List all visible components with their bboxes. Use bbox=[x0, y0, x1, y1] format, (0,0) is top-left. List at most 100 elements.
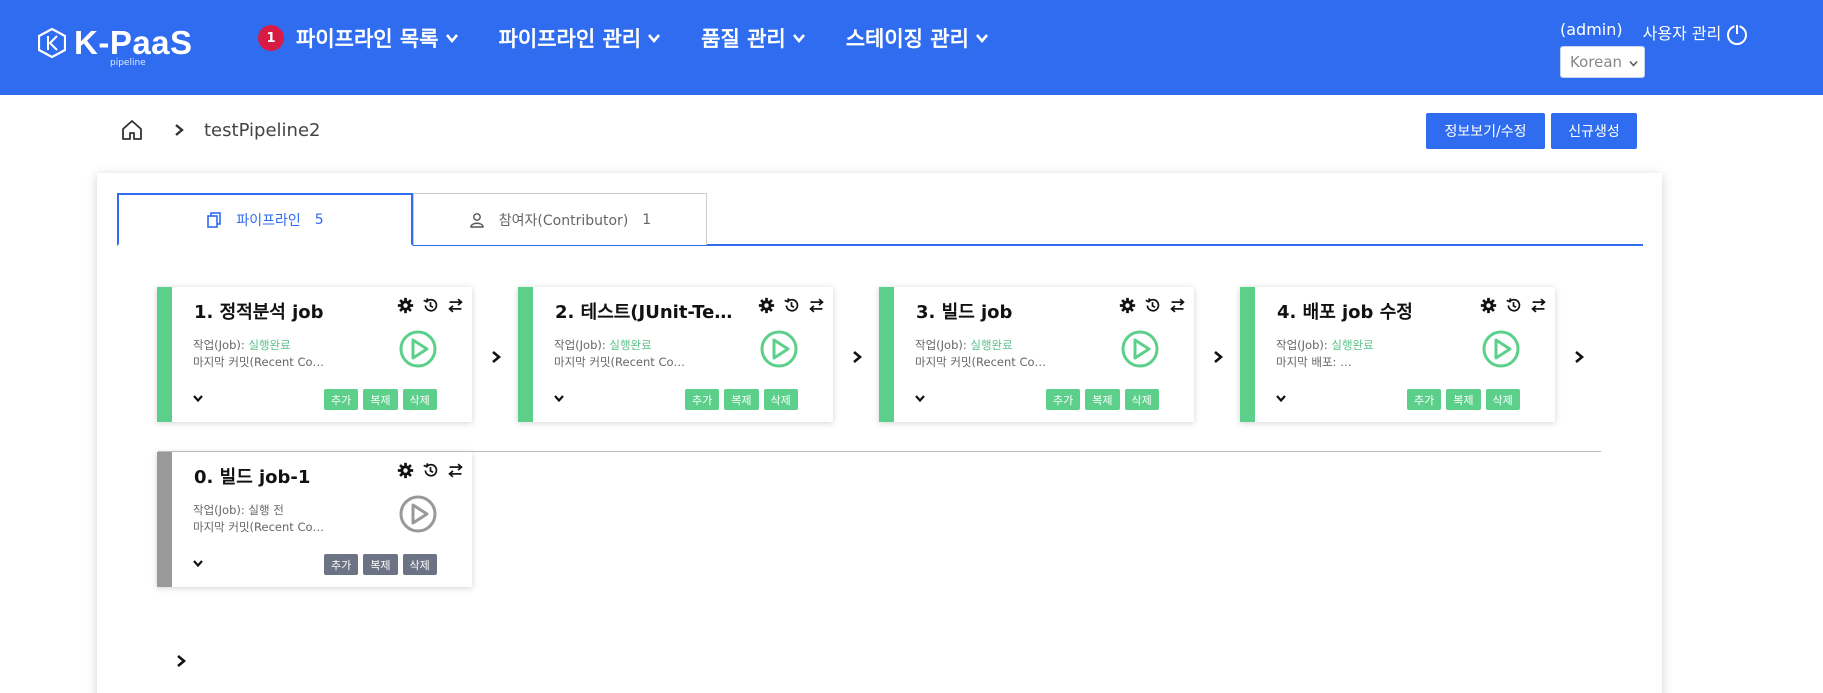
user-name: (admin) bbox=[1560, 20, 1623, 39]
job-label: 작업(Job): bbox=[554, 338, 610, 352]
job-title: 1. 정적분석 job bbox=[194, 302, 324, 323]
job-delete-button[interactable]: 삭제 bbox=[402, 554, 437, 575]
user-manage-link[interactable]: 사용자 관리 bbox=[1643, 20, 1722, 44]
job-title: 2. 테스트(JUnit-Te… bbox=[555, 302, 733, 323]
language-select[interactable]: Korean bbox=[1560, 46, 1645, 78]
breadcrumb: testPipeline2 bbox=[120, 118, 320, 142]
chevron-down-icon[interactable] bbox=[553, 392, 565, 404]
job-meta: 작업(Job): 실행완료 마지막 커밋(Recent Co… bbox=[915, 337, 1046, 371]
job-copy-button[interactable]: 복제 bbox=[363, 554, 398, 575]
job-actions: 추가 복제 삭제 bbox=[685, 389, 803, 410]
job-title: 3. 빌드 job bbox=[916, 302, 1013, 323]
gear-icon[interactable] bbox=[397, 462, 414, 479]
job-card[interactable]: 1. 정적분석 job 작업(Job): 실행완료 마지막 커밋(Recent … bbox=[157, 287, 472, 422]
play-icon[interactable] bbox=[1481, 329, 1521, 369]
nav-staging-manage[interactable]: 스테이징 관리 bbox=[846, 22, 989, 54]
chevron-right-icon bbox=[1575, 351, 1585, 363]
job-meta: 작업(Job): 실행완료 마지막 커밋(Recent Co… bbox=[554, 337, 685, 371]
job-commit: 마지막 커밋(Recent Co… bbox=[193, 520, 325, 534]
job-actions: 추가 복제 삭제 bbox=[1407, 389, 1525, 410]
history-icon[interactable] bbox=[422, 462, 439, 479]
power-icon[interactable] bbox=[1725, 22, 1749, 46]
history-icon[interactable] bbox=[422, 297, 439, 314]
job-meta: 작업(Job): 실행완료 마지막 배포: … bbox=[1276, 337, 1374, 371]
job-card[interactable]: 0. 빌드 job-1 작업(Job): 실행 전 마지막 커밋(Recent … bbox=[157, 452, 472, 587]
job-title: 0. 빌드 job-1 bbox=[194, 467, 311, 488]
job-tools bbox=[1480, 297, 1555, 314]
play-icon[interactable] bbox=[1120, 329, 1160, 369]
chevron-right-icon[interactable] bbox=[174, 654, 188, 668]
job-commit: 마지막 배포: … bbox=[1276, 355, 1352, 369]
job-status-line: 작업(Job): 실행 전 bbox=[193, 502, 324, 519]
play-icon[interactable] bbox=[398, 329, 438, 369]
job-add-button[interactable]: 추가 bbox=[324, 554, 359, 575]
home-icon[interactable] bbox=[120, 118, 144, 142]
chevron-down-icon bbox=[648, 34, 661, 44]
page-title: testPipeline2 bbox=[204, 119, 321, 141]
swap-icon[interactable] bbox=[447, 297, 464, 314]
job-copy-button[interactable]: 복제 bbox=[1085, 389, 1120, 410]
gear-icon[interactable] bbox=[758, 297, 775, 314]
pipeline-panel bbox=[97, 173, 1662, 693]
play-icon[interactable] bbox=[398, 494, 438, 534]
job-status-line: 작업(Job): 실행완료 bbox=[915, 337, 1046, 354]
job-card[interactable]: 2. 테스트(JUnit-Te… 작업(Job): 실행완료 마지막 커밋(Re… bbox=[518, 287, 833, 422]
nav-pipeline-list[interactable]: 1 파이프라인 목록 bbox=[258, 22, 459, 54]
history-icon[interactable] bbox=[1144, 297, 1161, 314]
job-delete-button[interactable]: 삭제 bbox=[763, 389, 798, 410]
job-copy-button[interactable]: 복제 bbox=[1446, 389, 1481, 410]
job-meta: 작업(Job): 실행완료 마지막 커밋(Recent Co… bbox=[193, 337, 324, 371]
chevron-down-icon[interactable] bbox=[192, 557, 204, 569]
job-card[interactable]: 3. 빌드 job 작업(Job): 실행완료 마지막 커밋(Recent Co… bbox=[879, 287, 1194, 422]
chevron-down-icon[interactable] bbox=[192, 392, 204, 404]
job-status-bar bbox=[518, 287, 533, 422]
job-status-line: 작업(Job): 실행완료 bbox=[554, 337, 685, 354]
job-copy-button[interactable]: 복제 bbox=[724, 389, 759, 410]
job-add-button[interactable]: 추가 bbox=[685, 389, 720, 410]
job-status-line: 작업(Job): 실행완료 bbox=[193, 337, 324, 354]
tab-contributor[interactable]: 참여자(Contributor) 1 bbox=[413, 193, 707, 245]
swap-icon[interactable] bbox=[808, 297, 825, 314]
job-copy-button[interactable]: 복제 bbox=[363, 389, 398, 410]
nav-pipeline-manage[interactable]: 파이프라인 관리 bbox=[499, 22, 662, 54]
chevron-right-icon bbox=[853, 351, 863, 363]
stage-divider bbox=[158, 451, 1601, 452]
gear-icon[interactable] bbox=[1480, 297, 1497, 314]
tab-label: 파이프라인 bbox=[236, 212, 301, 229]
history-icon[interactable] bbox=[1505, 297, 1522, 314]
language-value: Korean bbox=[1570, 53, 1623, 71]
history-icon[interactable] bbox=[783, 297, 800, 314]
chevron-down-icon[interactable] bbox=[1275, 392, 1287, 404]
job-delete-button[interactable]: 삭제 bbox=[1485, 389, 1520, 410]
swap-icon[interactable] bbox=[447, 462, 464, 479]
job-delete-button[interactable]: 삭제 bbox=[402, 389, 437, 410]
job-status: 실행 전 bbox=[248, 503, 284, 517]
notification-badge: 1 bbox=[258, 25, 284, 51]
job-card[interactable]: 4. 배포 job 수정 작업(Job): 실행완료 마지막 배포: … 추가 … bbox=[1240, 287, 1555, 422]
job-actions: 추가 복제 삭제 bbox=[324, 389, 442, 410]
gear-icon[interactable] bbox=[1119, 297, 1136, 314]
chevron-down-icon[interactable] bbox=[914, 392, 926, 404]
play-icon[interactable] bbox=[759, 329, 799, 369]
job-add-button[interactable]: 추가 bbox=[1046, 389, 1081, 410]
chevron-right-icon bbox=[175, 124, 184, 136]
user-area: (admin) 사용자 관리 bbox=[1560, 20, 1741, 44]
info-edit-button[interactable]: 정보보기/수정 bbox=[1426, 113, 1545, 149]
job-status-bar bbox=[879, 287, 894, 422]
swap-icon[interactable] bbox=[1169, 297, 1186, 314]
job-delete-button[interactable]: 삭제 bbox=[1124, 389, 1159, 410]
job-status-bar bbox=[157, 452, 172, 587]
job-status: 실행완료 bbox=[609, 338, 652, 352]
copy-icon bbox=[207, 211, 222, 228]
job-add-button[interactable]: 추가 bbox=[1407, 389, 1442, 410]
job-add-button[interactable]: 추가 bbox=[324, 389, 359, 410]
nav-quality-manage[interactable]: 품질 관리 bbox=[701, 22, 806, 54]
tab-pipeline[interactable]: 파이프라인 5 bbox=[117, 193, 413, 246]
swap-icon[interactable] bbox=[1530, 297, 1547, 314]
gear-icon[interactable] bbox=[397, 297, 414, 314]
job-status: 실행완료 bbox=[970, 338, 1013, 352]
create-new-button[interactable]: 신규생성 bbox=[1551, 113, 1637, 149]
brand-logo[interactable]: K-PaaS pipeline bbox=[38, 26, 193, 68]
kpaas-logo-icon bbox=[38, 28, 66, 58]
job-meta: 작업(Job): 실행 전 마지막 커밋(Recent Co… bbox=[193, 502, 324, 536]
